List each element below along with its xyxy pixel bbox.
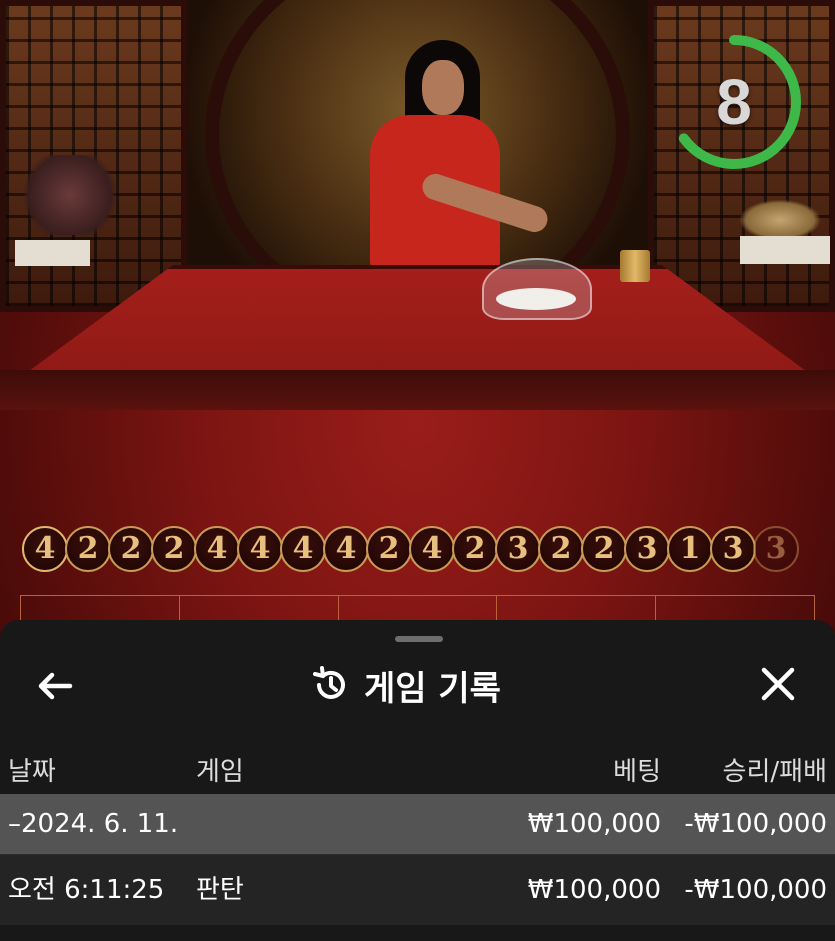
result-ball: 4 [280,526,326,572]
date-group-row[interactable]: –2024. 6. 11. ₩100,000 -₩100,000 [0,794,835,854]
table-edge [0,370,835,410]
sheet-header: 게임 기록 [310,660,540,710]
result-ball: 4 [237,526,283,572]
result-ball: 3 [624,526,670,572]
result-ball: 4 [409,526,455,572]
result-ball: 2 [151,526,197,572]
dealer-figure [360,40,551,270]
result-ball: 2 [366,526,412,572]
brass-cup [620,250,650,282]
result-ball: 2 [108,526,154,572]
row-game: 판탄 [196,875,244,905]
sheet-drag-handle[interactable] [395,636,443,642]
column-header-bet: 베팅 [613,757,661,787]
close-button[interactable] [750,662,806,710]
dragon-statue [740,200,820,240]
result-ball: 3 [753,526,799,572]
date-group-bet: ₩100,000 [527,809,661,839]
bead-dome [482,258,592,320]
row-bet: ₩100,000 [527,875,661,905]
bonsai-decoration [15,155,125,235]
planter-decoration [15,240,90,266]
result-ball: 4 [323,526,369,572]
result-ball: 4 [194,526,240,572]
result-ball: 2 [538,526,584,572]
result-ball: 2 [581,526,627,572]
column-header-game: 게임 [196,757,244,787]
countdown-timer: 8 [662,30,806,174]
row-result: -₩100,000 [684,875,827,905]
result-ball: 2 [65,526,111,572]
history-icon [313,666,345,699]
table-row[interactable]: 오전 6:11:25 판탄 ₩100,000 -₩100,000 [0,854,835,925]
result-ball: 1 [667,526,713,572]
row-time: 오전 6:11:25 [8,875,165,905]
arrow-left-icon [38,672,73,700]
timer-value: 8 [716,66,752,138]
sheet-title: 게임 기록 [364,668,501,709]
result-ball: 4 [22,526,68,572]
date-group-label: –2024. 6. 11. [8,809,179,839]
statue-stand [740,236,830,264]
back-button[interactable] [30,662,82,710]
date-group-result: -₩100,000 [684,809,827,839]
game-history-sheet: 게임 기록 날짜 게임 베팅 승리/패배 –2024. 6. 11. ₩100,… [0,620,835,941]
result-ball: 3 [495,526,541,572]
column-header-result: 승리/패배 [722,757,827,787]
game-stage: 8 422244442423223133 게임 기록 날짜 게임 베팅 승리/패… [0,0,835,941]
table-header-row: 날짜 게임 베팅 승리/패배 [0,750,835,794]
result-ball: 3 [710,526,756,572]
history-table: 날짜 게임 베팅 승리/패배 –2024. 6. 11. ₩100,000 -₩… [0,750,835,925]
results-road: 422244442423223133 [22,526,802,576]
close-icon [761,667,795,701]
column-header-date: 날짜 [8,757,56,787]
result-ball: 2 [452,526,498,572]
